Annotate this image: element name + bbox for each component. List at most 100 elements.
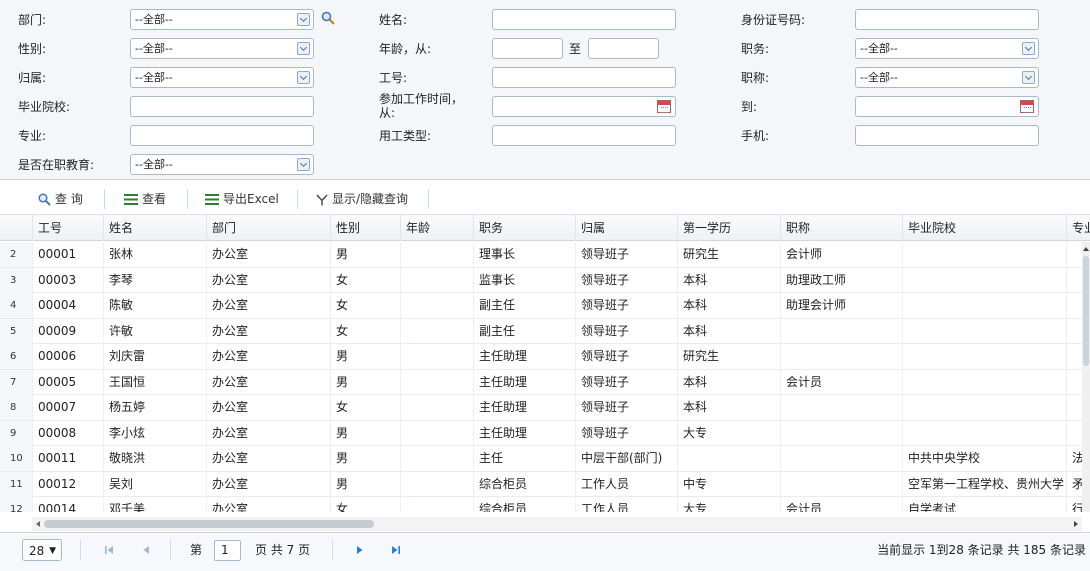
name-input[interactable] [492,9,676,30]
table-row[interactable]: 7 00005 王国恒 办公室男 主任助理 领导班子 本科 会计员 [0,369,1082,395]
gender-select[interactable]: --全部-- [130,38,314,59]
row-number: 3 [0,267,32,293]
vertical-scrollbar[interactable] [1082,242,1090,512]
table-row[interactable]: 4 00004 陈敏 办公室女 副主任 领导班子 本科 助理会计师 [0,293,1082,319]
table-row[interactable]: 1200014邓千美办公室女 综合柜员工作人员大专会计员自学考试行 [0,497,1082,512]
cell-major [1066,242,1082,267]
table-row[interactable]: 2 00001 张林 办公室男 理事长 领导班子 研究生 会计师 [0,242,1082,268]
cell-edu: 大专 [677,497,780,512]
scroll-up-icon[interactable] [1082,245,1090,253]
cell-empno: 00007 [32,395,103,420]
title-select[interactable]: --全部-- [855,67,1039,88]
belong-label: 归属: [18,71,47,85]
idcard-input[interactable] [855,9,1039,30]
column-header-gender[interactable]: 性别 [330,215,400,241]
cell-gender: 女 [330,497,400,512]
toggle-query-button[interactable]: 显示/隐藏查询 [316,189,408,209]
table-row[interactable]: 9 00008 李小炫 办公室男 主任助理 领导班子 大专 [0,420,1082,446]
chevron-down-icon [1022,42,1035,55]
cell-name: 王国恒 [103,369,206,395]
cell-position: 副主任 [473,293,575,318]
vertical-scroll-thumb[interactable] [1083,256,1089,366]
pager-divider [332,540,333,560]
table-row[interactable]: 6 00006 刘庆雷 办公室男 主任助理 领导班子 研究生 [0,344,1082,370]
belong-select[interactable]: --全部-- [130,67,314,88]
calendar-icon[interactable] [657,100,671,113]
table-row[interactable]: 5 00009 许敏 办公室女 副主任 领导班子 本科 [0,318,1082,344]
cell-age [400,497,473,512]
column-header-belong[interactable]: 归属 [575,215,677,241]
position-select-value: --全部-- [860,42,898,55]
cell-position: 综合柜员 [473,497,575,512]
cell-belong: 领导班子 [575,318,677,344]
column-header-dept[interactable]: 部门 [206,215,330,241]
page-size-select[interactable]: 28 ▼ [22,539,62,561]
cell-gender: 男 [330,471,400,497]
first-page-icon[interactable] [104,545,114,555]
mobile-input[interactable] [855,125,1039,146]
table-row[interactable]: 8 00007 杨五婷 办公室女 主任助理 领导班子 本科 [0,395,1082,421]
cell-major: 行 [1066,497,1082,512]
column-header-school[interactable]: 毕业院校 [902,215,1066,241]
age-from-input[interactable] [492,38,563,59]
column-header-position[interactable]: 职务 [473,215,575,241]
last-page-icon[interactable] [391,545,401,555]
row-number: 12 [0,497,32,512]
cell-gender: 女 [330,395,400,420]
cell-age [400,267,473,293]
column-header-age[interactable]: 年龄 [400,215,473,241]
horizontal-scrollbar[interactable] [32,517,1082,531]
major-input[interactable] [130,125,314,146]
horizontal-scroll-thumb[interactable] [44,520,374,528]
view-button[interactable]: 查看 [124,189,166,209]
emptype-input[interactable] [492,125,676,146]
position-select[interactable]: --全部-- [855,38,1039,59]
workdate-to-input[interactable] [855,96,1039,117]
calendar-icon[interactable] [1020,100,1034,113]
column-header-edu[interactable]: 第一学历 [677,215,780,241]
previous-page-icon[interactable] [141,545,151,555]
cell-edu: 本科 [677,293,780,318]
chevron-down-icon [297,71,310,84]
dept-select[interactable]: --全部-- [130,9,314,30]
cell-position: 理事长 [473,242,575,267]
search-icon[interactable] [321,11,335,25]
title-select-value: --全部-- [860,71,898,84]
column-header-empno[interactable]: 工号 [32,215,103,241]
dept-label: 部门: [18,13,47,27]
oje-select[interactable]: --全部-- [130,154,314,175]
school-input[interactable] [130,96,314,117]
cell-edu: 大专 [677,420,780,446]
cell-position: 主任助理 [473,395,575,420]
column-header-name[interactable]: 姓名 [103,215,206,241]
record-summary: 当前显示 1到28 条记录 共 185 条记录 [877,543,1086,557]
cell-major [1066,318,1082,344]
cell-position: 监事长 [473,267,575,293]
table-row[interactable]: 1100012吴刘办公室男 综合柜员工作人员中专 空军第一工程学校、贵州大学矛 [0,471,1082,497]
next-page-icon[interactable] [355,545,365,555]
export-excel-button[interactable]: 导出Excel [205,189,279,209]
column-header-title[interactable]: 职称 [780,215,902,241]
cell-title: 助理政工师 [780,267,902,293]
scroll-left-icon[interactable] [34,520,42,528]
toolbar: 查 询 查看 导出Excel 显示/隐藏查询 [0,181,1090,215]
query-button[interactable]: 查 询 [38,189,83,209]
empno-label: 工号: [379,71,408,85]
cell-empno: 00011 [32,446,103,471]
cell-major [1066,369,1082,395]
page-number-input[interactable]: 1 [214,540,241,561]
workdate-from-input[interactable] [492,96,676,117]
scroll-right-icon[interactable] [1072,520,1080,528]
filter-icon [316,194,328,205]
table-row[interactable]: 1000011敬晓洪办公室男 主任中层干部(部门) 中共中央学校法 [0,446,1082,472]
cell-name: 李琴 [103,267,206,293]
age-to-input[interactable] [588,38,659,59]
empno-input[interactable] [492,67,676,88]
oje-label: 是否在职教育: [18,158,95,172]
cell-age [400,344,473,369]
name-label: 姓名: [379,13,408,27]
table-row[interactable]: 3 00003 李琴 办公室女 监事长 领导班子 本科 助理政工师 [0,267,1082,293]
page-prefix-label: 第 [190,543,203,557]
cell-belong: 领导班子 [575,369,677,395]
column-header-major[interactable]: 专业 [1066,215,1090,241]
